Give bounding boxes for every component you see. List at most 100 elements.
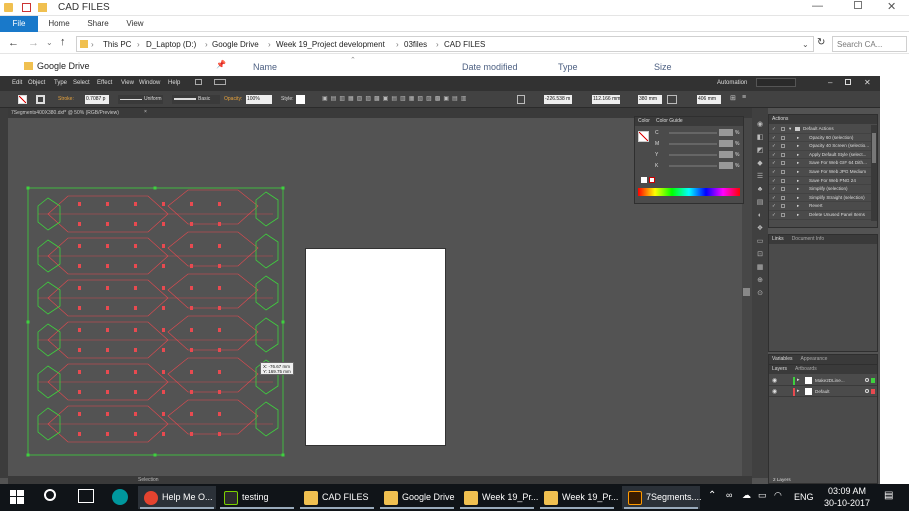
expand-icon[interactable]: ▸ — [797, 159, 799, 167]
expand-icon[interactable]: ▸ — [797, 211, 799, 219]
stroke-swatch[interactable] — [36, 95, 45, 104]
taskbar-item-cad-files[interactable]: CAD FILES — [298, 486, 376, 509]
action-item[interactable]: ✓ ▾ Default Actions — [769, 125, 871, 134]
w-input[interactable]: 380 mm — [638, 95, 662, 104]
fill-stroke-swatch[interactable] — [638, 131, 649, 142]
opacity-input[interactable]: 100% — [246, 95, 272, 104]
expand-icon[interactable]: ▸ — [797, 134, 799, 142]
stroke-weight-input[interactable]: 0.7087 p — [85, 95, 109, 104]
tab-document-info[interactable]: Document Info — [792, 236, 825, 242]
battery-icon[interactable]: ▭ — [758, 490, 767, 501]
tab-file[interactable]: File — [0, 16, 38, 32]
tab-links[interactable]: Links — [772, 236, 784, 242]
minimize-icon[interactable]: – — [828, 78, 832, 87]
taskbar-item-muse[interactable]: testing — [218, 486, 296, 509]
check-icon[interactable]: ✓ — [772, 202, 776, 210]
check-icon[interactable]: ✓ — [772, 151, 776, 159]
check-icon[interactable]: ✓ — [772, 194, 776, 202]
arrange-documents-icon[interactable] — [214, 79, 226, 85]
input-m[interactable] — [719, 140, 733, 147]
dialog-toggle-icon[interactable] — [781, 213, 785, 217]
document-tab[interactable]: 7Segments400X380.dxf* @ 50% (RGB/Preview… — [11, 110, 119, 116]
expand-icon[interactable]: ▸ — [797, 142, 799, 150]
slider-m[interactable] — [669, 143, 717, 145]
h-input[interactable]: 406 mm — [697, 95, 721, 104]
clock-time[interactable]: 03:09 AM — [826, 486, 868, 496]
action-center-icon[interactable]: ▤ — [884, 490, 893, 501]
breadcrumb-drive[interactable]: D_Laptop (D:) — [146, 40, 196, 49]
constrain-proportions-icon[interactable] — [667, 95, 677, 104]
close-icon[interactable]: ✕ — [887, 0, 896, 13]
action-item[interactable]: ✓ ▸ Save For Web GIF 64 Dith... — [769, 159, 871, 168]
dialog-toggle-icon[interactable] — [781, 127, 785, 131]
slider-k[interactable] — [669, 165, 717, 167]
tab-variables[interactable]: Variables — [772, 356, 792, 362]
input-y[interactable] — [719, 151, 733, 158]
search-help-input[interactable] — [756, 78, 796, 87]
bridge-icon[interactable] — [195, 79, 202, 85]
menu-object[interactable]: Object — [28, 80, 45, 86]
check-icon[interactable]: ✓ — [772, 185, 776, 193]
column-size[interactable]: Size — [654, 62, 672, 72]
workspace-switcher[interactable]: Automation — [717, 80, 747, 86]
menu-view[interactable]: View — [121, 80, 134, 86]
slider-y[interactable] — [669, 154, 717, 156]
minimize-icon[interactable]: — — [812, 0, 823, 12]
reference-point-icon[interactable] — [517, 95, 525, 104]
dialog-toggle-icon[interactable] — [781, 161, 785, 166]
windows-start-icon[interactable] — [10, 490, 24, 504]
back-icon[interactable]: ← — [8, 37, 19, 49]
tab-artboards[interactable]: Artboards — [795, 366, 817, 372]
breadcrumb-cad-files[interactable]: CAD FILES — [444, 40, 485, 49]
action-item[interactable]: ✓ ▸ Opacity 40 Screen (selectio... — [769, 142, 871, 151]
graphic-style-swatch[interactable] — [296, 95, 305, 104]
actions-scrollbar[interactable] — [871, 125, 877, 221]
menu-effect[interactable]: Effect — [97, 80, 112, 86]
column-date-modified[interactable]: Date modified — [462, 62, 518, 72]
maximize-icon[interactable] — [854, 1, 862, 9]
task-view-icon[interactable] — [78, 489, 94, 503]
expand-icon[interactable]: ▸ — [797, 151, 799, 159]
tab-color[interactable]: Color — [638, 118, 650, 124]
layer-row[interactable]: ◉ ▸ Make2DLine... — [769, 376, 877, 386]
taskbar-item-illustrator[interactable]: 7Segments.... — [622, 486, 702, 509]
action-item[interactable]: ✓ ▸ Delete Unused Panel Items — [769, 211, 871, 220]
breadcrumb-week19[interactable]: Week 19_Project development — [276, 40, 385, 49]
expand-icon[interactable]: ▸ — [797, 194, 799, 202]
input-k[interactable] — [719, 162, 733, 169]
slider-c[interactable] — [669, 132, 717, 134]
tools-panel[interactable] — [0, 108, 8, 478]
menu-select[interactable]: Select — [73, 80, 90, 86]
taskbar-item-chrome[interactable]: Help Me O... — [138, 486, 216, 509]
search-icon[interactable] — [44, 489, 56, 501]
check-icon[interactable]: ✓ — [772, 159, 776, 167]
column-name[interactable]: Name — [253, 62, 277, 72]
chevron-down-icon[interactable]: ⌄ — [802, 40, 809, 49]
tab-color-guide[interactable]: Color Guide — [656, 118, 683, 124]
actions-title[interactable]: Actions — [769, 115, 877, 124]
breadcrumb-03files[interactable]: 03files — [404, 40, 427, 49]
column-type[interactable]: Type — [558, 62, 578, 72]
action-item[interactable]: ✓ ▸ Save For Web JPG Medium — [769, 168, 871, 177]
maximize-icon[interactable] — [845, 79, 851, 85]
tab-appearance[interactable]: Appearance — [800, 356, 827, 362]
stroke-label[interactable]: Stroke: — [58, 96, 74, 102]
dialog-toggle-icon[interactable] — [781, 195, 785, 200]
check-icon[interactable]: ✓ — [772, 134, 776, 142]
expand-icon[interactable]: ▸ — [797, 202, 799, 210]
language-indicator[interactable]: ENG — [794, 492, 814, 502]
show-hidden-icons[interactable]: ⌃ — [708, 490, 716, 501]
action-item[interactable]: ✓ ▸ Revert — [769, 202, 871, 211]
taskbar-item-week19-a[interactable]: Week 19_Pr... — [458, 486, 538, 509]
dock-icons[interactable]: ◉ ◧ ◩ ◆ ☰ ♣ ▤ ◐ ❖ ▭ ⊡ ▦ ⊕ ⊙ — [754, 118, 766, 300]
visibility-eye-icon[interactable]: ◉ — [772, 388, 777, 395]
layer-row[interactable]: ◉ ▸ Default — [769, 387, 877, 397]
dialog-toggle-icon[interactable] — [781, 187, 785, 192]
expand-icon[interactable]: ▸ — [797, 377, 800, 383]
dialog-toggle-icon[interactable] — [781, 170, 785, 174]
up-icon[interactable]: ↑ — [60, 36, 66, 48]
color-spectrum[interactable] — [638, 188, 740, 196]
panel-menu-icon[interactable]: ≡ — [742, 94, 746, 101]
expand-icon[interactable]: ▾ — [789, 125, 791, 133]
tab-layers[interactable]: Layers — [772, 366, 787, 372]
